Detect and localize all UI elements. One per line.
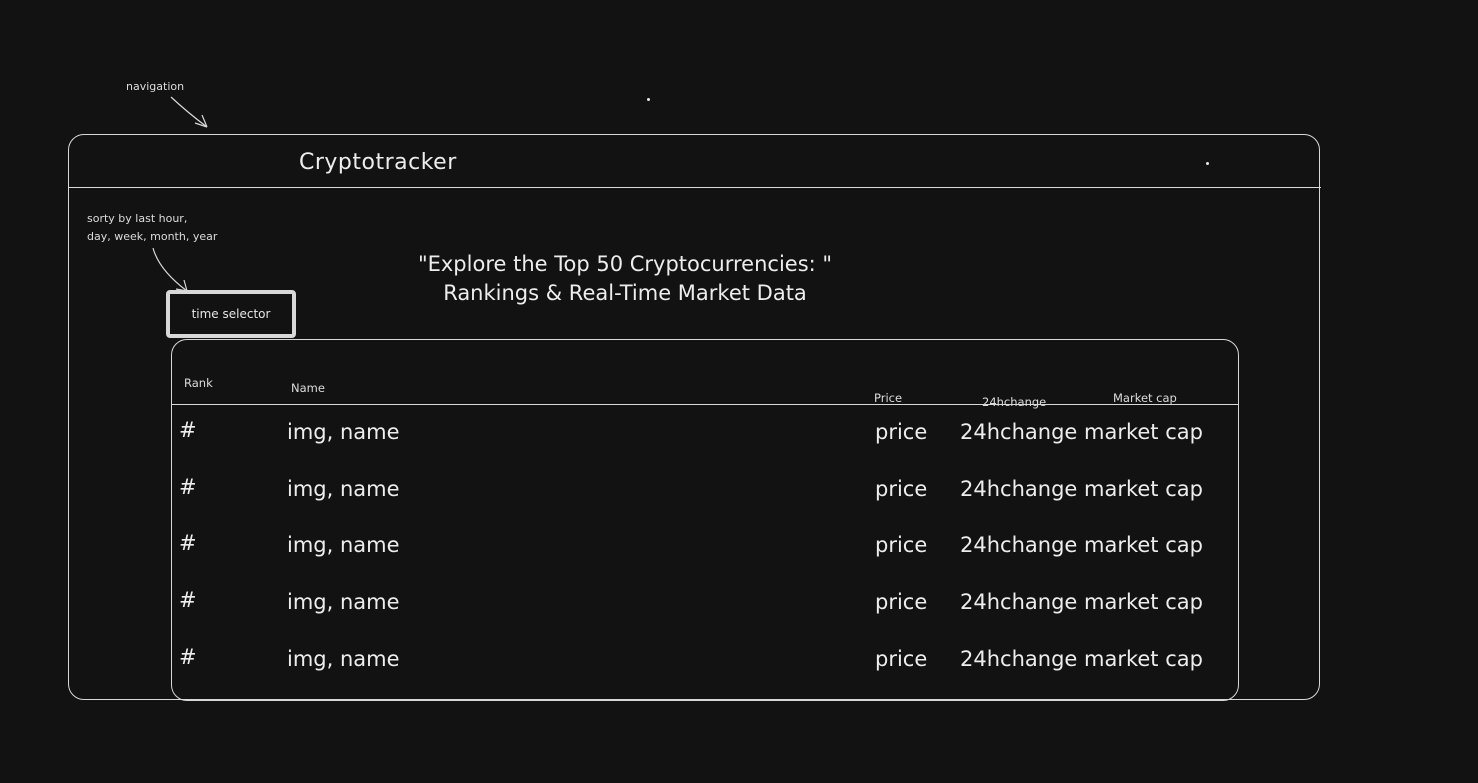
nav-menu-dot-icon[interactable] [1206, 162, 1209, 165]
row-1-name[interactable]: img, name [287, 420, 400, 444]
row-4-price: price [875, 590, 928, 614]
row-3-market-cap: market cap [1084, 533, 1203, 557]
sort-annotation-line-1: sorty by last hour, [87, 212, 188, 225]
row-1-price: price [875, 420, 928, 444]
row-4-market-cap: market cap [1084, 590, 1203, 614]
row-1-24hchange: 24hchange [960, 420, 1078, 444]
row-5-rank: # [179, 645, 197, 669]
sort-annotation: sorty by last hour, day, week, month, ye… [87, 210, 217, 246]
row-3-name[interactable]: img, name [287, 533, 400, 557]
headline-line-2: Rankings & Real-Time Market Data [443, 281, 807, 305]
row-2-name[interactable]: img, name [287, 477, 400, 501]
row-4-24hchange: 24hchange [960, 590, 1078, 614]
row-5-name[interactable]: img, name [287, 647, 400, 671]
page-headline: "Explore the Top 50 Cryptocurrencies: " … [380, 250, 870, 308]
navigation-divider [68, 187, 1321, 188]
app-title[interactable]: Cryptotracker [299, 150, 457, 175]
row-5-24hchange: 24hchange [960, 647, 1078, 671]
stray-dot [647, 98, 650, 101]
row-5-market-cap: market cap [1084, 647, 1203, 671]
headline-line-1: "Explore the Top 50 Cryptocurrencies: " [417, 252, 833, 276]
column-header-24hchange[interactable]: 24hchange [982, 395, 1046, 409]
row-1-market-cap: market cap [1084, 420, 1203, 444]
row-2-rank: # [179, 475, 197, 499]
row-3-24hchange: 24hchange [960, 533, 1078, 557]
table-header-divider [171, 404, 1239, 405]
row-4-rank: # [179, 588, 197, 612]
row-1-rank: # [179, 418, 197, 442]
column-header-rank[interactable]: Rank [184, 376, 213, 390]
column-header-price[interactable]: Price [874, 391, 902, 405]
time-selector-dropdown[interactable]: time selector [166, 290, 296, 338]
row-2-market-cap: market cap [1084, 477, 1203, 501]
column-header-market-cap[interactable]: Market cap [1113, 391, 1177, 405]
column-header-name[interactable]: Name [291, 381, 325, 395]
row-2-24hchange: 24hchange [960, 477, 1078, 501]
row-3-price: price [875, 533, 928, 557]
row-3-rank: # [179, 531, 197, 555]
navigation-arrow-icon [170, 96, 208, 128]
row-4-name[interactable]: img, name [287, 590, 400, 614]
row-2-price: price [875, 477, 928, 501]
row-5-price: price [875, 647, 928, 671]
